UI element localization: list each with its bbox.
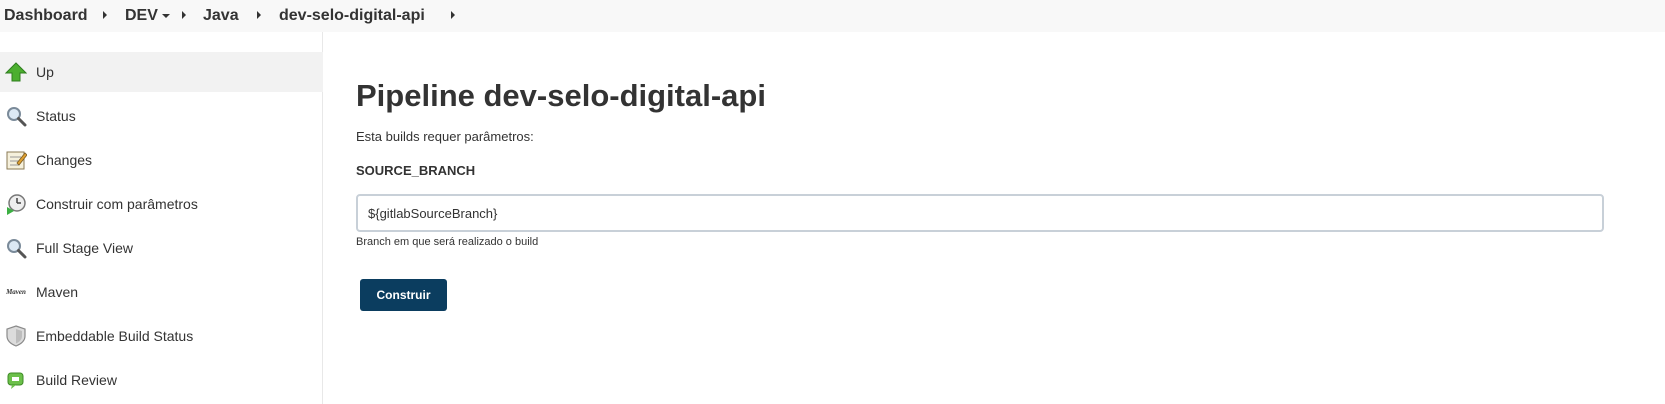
sidebar-item-up[interactable]: Up	[0, 52, 323, 92]
breadcrumb-dashboard[interactable]: Dashboard	[4, 6, 88, 26]
up-arrow-icon	[4, 60, 28, 84]
breadcrumb-separator-icon[interactable]	[257, 11, 261, 19]
page-title: Pipeline dev-selo-digital-api	[356, 78, 766, 113]
sidebar-item-label: Maven	[36, 284, 79, 300]
sidebar-item-status[interactable]: Status	[0, 96, 323, 136]
parameter-help-text: Branch em que será realizado o build	[356, 236, 539, 248]
sidebar-item-full-stage-view[interactable]: Full Stage View	[0, 228, 323, 268]
sidebar-item-label: Up	[36, 64, 54, 80]
sidebar-item-changes[interactable]: Changes	[0, 140, 323, 180]
build-button[interactable]: Construir	[360, 279, 447, 311]
parameters-required-text: Esta builds requer parâmetros:	[356, 129, 534, 144]
breadcrumb-separator-icon[interactable]	[103, 11, 107, 19]
breadcrumb-java[interactable]: Java	[203, 6, 239, 26]
sidebar-item-build-review[interactable]: Build Review	[0, 360, 323, 400]
sidebar-item-build-with-parameters[interactable]: Construir com parâmetros	[0, 184, 323, 224]
chevron-down-icon[interactable]	[162, 14, 170, 18]
sidebar-item-label: Status	[36, 108, 76, 124]
sidebar-item-label: Full Stage View	[36, 240, 134, 256]
sidebar-item-label: Construir com parâmetros	[36, 196, 198, 212]
breadcrumb-separator-icon[interactable]	[182, 11, 186, 19]
source-branch-input[interactable]	[356, 194, 1604, 232]
shield-icon	[4, 324, 28, 348]
sidebar-item-label: Changes	[36, 152, 93, 168]
sidebar-item-maven[interactable]: Maven Maven	[0, 272, 323, 312]
maven-logo-text: Maven	[6, 288, 26, 296]
build-clock-icon	[4, 192, 28, 216]
breadcrumb-dev[interactable]: DEV	[125, 6, 158, 26]
breadcrumb: Dashboard DEV Java dev-selo-digital-api	[0, 0, 1665, 32]
review-icon	[4, 368, 28, 392]
parameter-name: SOURCE_BRANCH	[356, 163, 476, 178]
sidebar-item-label: Embeddable Build Status	[36, 328, 194, 344]
search-icon	[4, 236, 28, 260]
breadcrumb-job[interactable]: dev-selo-digital-api	[279, 6, 425, 26]
maven-logo-icon: Maven	[4, 280, 28, 304]
notepad-icon	[4, 148, 28, 172]
search-icon	[4, 104, 28, 128]
sidebar-item-embeddable-build-status[interactable]: Embeddable Build Status	[0, 316, 323, 356]
breadcrumb-separator-icon[interactable]	[451, 11, 455, 19]
sidebar: Up Status Changes Construir com parâmetr…	[0, 32, 323, 404]
sidebar-item-label: Build Review	[36, 372, 117, 388]
